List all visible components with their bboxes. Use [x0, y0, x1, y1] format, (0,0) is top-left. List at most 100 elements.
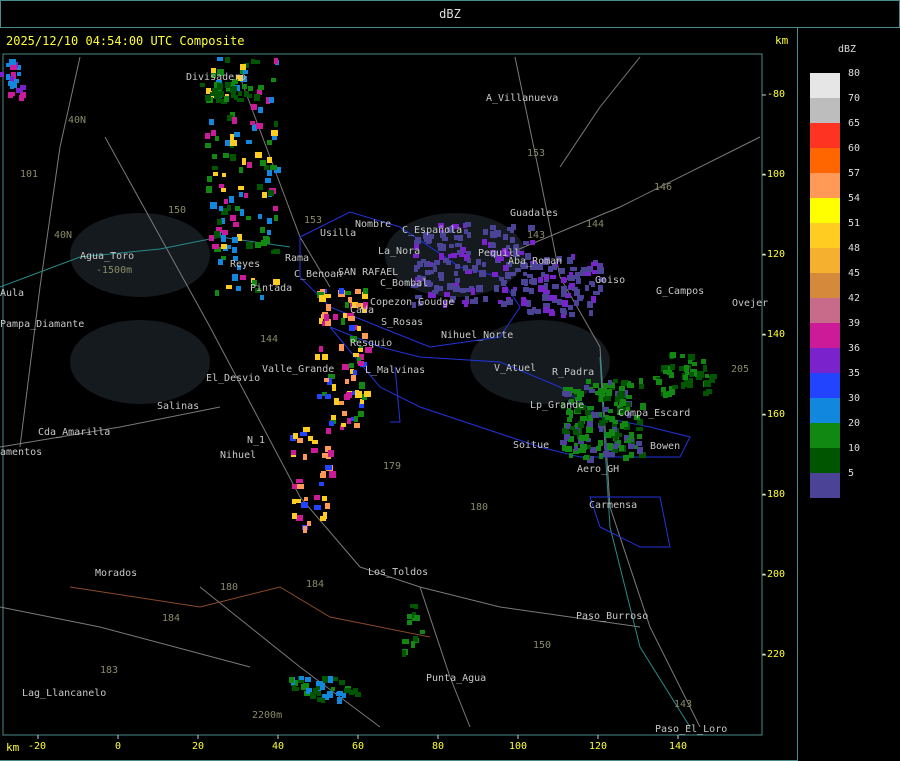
- radar-echo-pixel: [603, 383, 607, 389]
- radar-echo-pixel: [605, 415, 609, 420]
- radar-echo-pixel: [448, 254, 452, 258]
- radar-echo-pixel: [564, 391, 571, 397]
- radar-echo-pixel: [449, 244, 454, 248]
- radar-echo-pixel: [244, 193, 248, 198]
- radar-echo-pixel: [545, 290, 550, 294]
- radar-echo-pixel: [237, 98, 244, 102]
- radar-echo-pixel: [260, 295, 264, 300]
- radar-echo-pixel: [492, 272, 498, 277]
- radar-echo-pixel: [230, 154, 236, 161]
- radar-echo-pixel: [232, 247, 237, 253]
- radar-echo-pixel: [588, 415, 592, 420]
- radar-echo-pixel: [211, 130, 216, 136]
- legend-swatch: [810, 73, 840, 98]
- place-label: Nihuel_Norte: [441, 330, 514, 341]
- radar-echo-pixel: [343, 313, 347, 318]
- radar-echo-pixel: [684, 365, 689, 372]
- radar-echo-pixel: [359, 382, 365, 389]
- place-label: Morados: [95, 568, 138, 579]
- place-label: L_Malvinas: [365, 365, 426, 376]
- radar-echo-pixel: [670, 352, 676, 358]
- legend-value: 45: [848, 268, 861, 279]
- radar-echo-pixel: [274, 215, 278, 221]
- radar-echo-pixel: [234, 132, 240, 137]
- radar-echo-pixel: [636, 441, 642, 446]
- radar-echo-pixel: [703, 391, 709, 396]
- radar-echo-pixel: [240, 64, 246, 70]
- radar-echo-pixel: [255, 152, 262, 158]
- radar-echo-pixel: [593, 412, 599, 418]
- radar-echo-pixel: [297, 438, 303, 443]
- radar-echo-pixel: [230, 140, 237, 146]
- radar-echo-pixel: [587, 421, 593, 427]
- radar-echo-pixel: [510, 237, 515, 243]
- radar-echo-pixel: [333, 314, 338, 320]
- radar-echo-pixel: [230, 215, 236, 221]
- radar-echo-pixel: [349, 325, 355, 331]
- radar-echo-pixel: [527, 274, 533, 278]
- radar-echo-pixel: [212, 166, 218, 170]
- radar-echo-pixel: [709, 376, 715, 383]
- radar-echo-pixel: [271, 130, 278, 136]
- radar-echo-pixel: [586, 379, 591, 384]
- radar-echo-pixel: [326, 304, 331, 311]
- place-label: La_Nora: [378, 246, 421, 257]
- radar-echo-pixel: [661, 387, 666, 392]
- radar-echo-pixel: [222, 230, 228, 235]
- radar-echo-pixel: [407, 620, 412, 625]
- radar-echo-pixel: [254, 94, 260, 101]
- radar-echo-pixel: [289, 677, 294, 683]
- place-label: G_Campos: [656, 286, 705, 297]
- radar-map-panel[interactable]: 2025/12/10 04:54:00 UTC Composite km km …: [0, 27, 798, 761]
- y-tick: -180: [761, 489, 786, 500]
- radar-echo-pixel: [301, 502, 308, 508]
- place-label: El_Desvio: [206, 373, 261, 384]
- place-label: SAN RAFAEL: [338, 267, 399, 278]
- radar-echo-pixel: [215, 290, 219, 296]
- radar-map-canvas[interactable]: [0, 27, 797, 760]
- radar-echo-pixel: [511, 289, 516, 296]
- radar-echo-pixel: [255, 60, 260, 64]
- route-label: 184: [162, 613, 181, 624]
- radar-echo-pixel: [505, 272, 511, 279]
- radar-echo-pixel: [8, 93, 13, 98]
- radar-echo-pixel: [322, 694, 328, 698]
- radar-echo-pixel: [225, 57, 230, 63]
- radar-echo-pixel: [346, 392, 352, 398]
- radar-echo-pixel: [585, 272, 591, 276]
- radar-echo-pixel: [205, 143, 211, 148]
- radar-echo-pixel: [627, 438, 631, 443]
- radar-echo-pixel: [244, 91, 249, 97]
- place-label: Pampa_Diamante: [0, 319, 85, 330]
- radar-echo-pixel: [240, 275, 246, 280]
- radar-echo-pixel: [529, 288, 534, 294]
- radar-echo-pixel: [494, 230, 501, 237]
- radar-echo-pixel: [417, 261, 423, 267]
- route-label: 150: [533, 640, 552, 651]
- radar-echo-pixel: [210, 202, 217, 209]
- radar-echo-pixel: [232, 86, 237, 91]
- radar-echo-pixel: [248, 86, 253, 91]
- route-label: 179: [383, 461, 402, 472]
- radar-echo-pixel: [291, 450, 296, 455]
- place-label: -1500m: [96, 265, 133, 276]
- y-tick: -160: [761, 409, 786, 420]
- x-tick: 40: [272, 741, 285, 752]
- legend-value: 60: [848, 143, 861, 154]
- legend-value: 57: [848, 168, 861, 179]
- route-label: 101: [20, 169, 39, 180]
- radar-echo-pixel: [527, 309, 532, 314]
- radar-echo-pixel: [538, 277, 543, 283]
- place-label: Agua_Toro: [80, 251, 135, 262]
- place-label: Paso_Burroso: [576, 611, 649, 622]
- radar-echo-pixel: [225, 140, 230, 146]
- route-label: 143: [674, 699, 693, 710]
- radar-echo-pixel: [16, 88, 23, 93]
- radar-echo-pixel: [562, 445, 566, 451]
- place-label: A_Villanueva: [486, 93, 559, 104]
- radar-echo-pixel: [617, 440, 621, 444]
- radar-echo-pixel: [326, 428, 331, 434]
- radar-echo-pixel: [257, 184, 263, 190]
- radar-echo-pixel: [510, 228, 514, 233]
- radar-echo-pixel: [619, 386, 625, 391]
